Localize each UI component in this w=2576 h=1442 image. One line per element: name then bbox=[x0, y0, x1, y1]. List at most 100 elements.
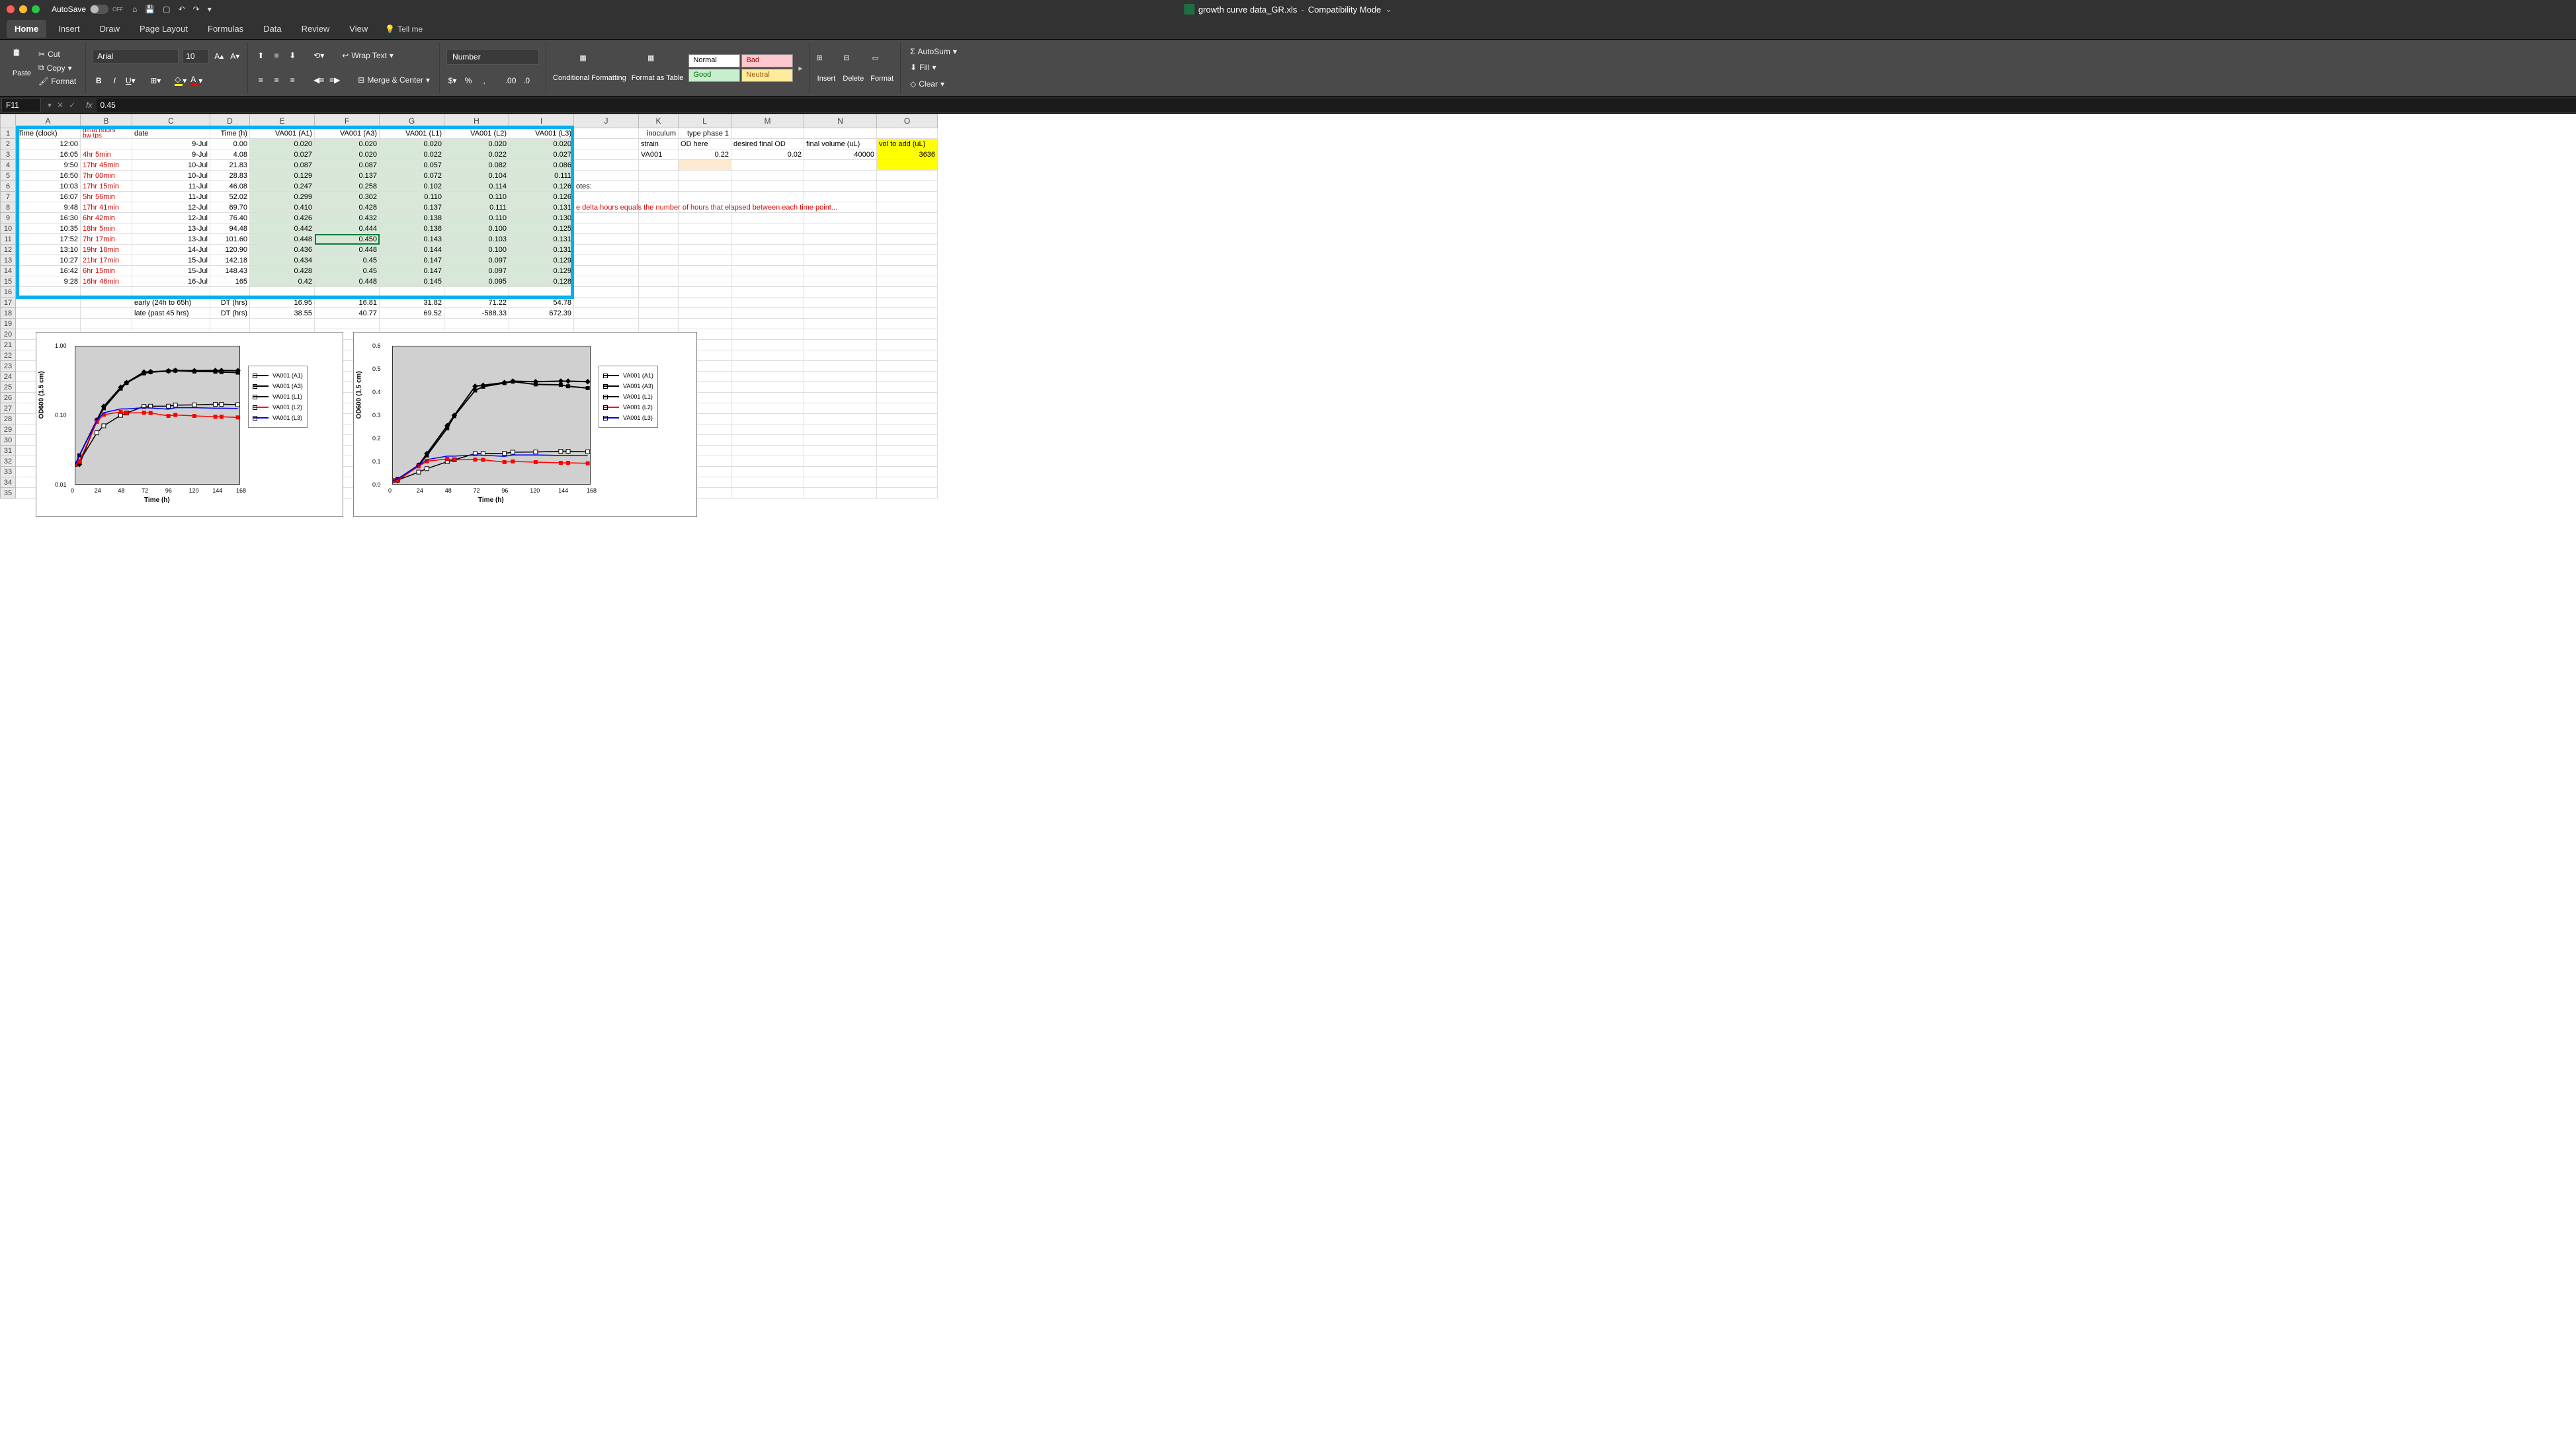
cell-G12[interactable]: 0.144 bbox=[380, 245, 444, 255]
cell-F12[interactable]: 0.448 bbox=[315, 245, 380, 255]
cell-E15[interactable]: 0.42 bbox=[250, 276, 315, 287]
borders-button[interactable]: ⊞▾ bbox=[149, 75, 161, 87]
align-bottom-icon[interactable]: ⬇ bbox=[286, 50, 298, 61]
col-header-B[interactable]: B bbox=[81, 114, 132, 128]
col-header-L[interactable]: L bbox=[679, 114, 731, 128]
cell-A15[interactable]: 9:28 bbox=[16, 276, 81, 287]
row-header-21[interactable]: 21 bbox=[0, 340, 16, 350]
format-painter-button[interactable]: 🖌Format bbox=[36, 75, 79, 87]
cell-G14[interactable]: 0.147 bbox=[380, 266, 444, 276]
cell-K2[interactable]: strain bbox=[639, 139, 679, 149]
indent-increase-icon[interactable]: ≡▶ bbox=[329, 74, 341, 86]
cell-B3[interactable]: 4hr 5min bbox=[81, 149, 132, 160]
cell-A3[interactable]: 16:05 bbox=[16, 149, 81, 160]
cell-H14[interactable]: 0.097 bbox=[444, 266, 509, 276]
cell-C4[interactable]: 10-Jul bbox=[132, 160, 210, 171]
cell-D5[interactable]: 28.83 bbox=[210, 171, 250, 181]
cell-E11[interactable]: 0.448 bbox=[250, 234, 315, 245]
cell-D4[interactable]: 21.83 bbox=[210, 160, 250, 171]
cell-A5[interactable]: 16:50 bbox=[16, 171, 81, 181]
cell-D17[interactable]: DT (hrs) bbox=[210, 298, 250, 308]
cell-E14[interactable]: 0.428 bbox=[250, 266, 315, 276]
cell-D13[interactable]: 142.18 bbox=[210, 255, 250, 266]
format-as-table-button[interactable]: ▦Format as Table bbox=[632, 54, 684, 82]
col-header-O[interactable]: O bbox=[877, 114, 938, 128]
cell-I6[interactable]: 0.126 bbox=[509, 181, 574, 192]
cell-F7[interactable]: 0.302 bbox=[315, 192, 380, 202]
cell-A1[interactable]: Time (clock) bbox=[16, 128, 81, 139]
cell-B4[interactable]: 17hr 45min bbox=[81, 160, 132, 171]
cell-H8[interactable]: 0.111 bbox=[444, 202, 509, 213]
clear-button[interactable]: ◇Clear▾ bbox=[907, 78, 960, 90]
style-normal[interactable]: Normal bbox=[688, 54, 740, 67]
row-header-31[interactable]: 31 bbox=[0, 446, 16, 456]
cell-H2[interactable]: 0.020 bbox=[444, 139, 509, 149]
cell-K1[interactable]: inoculum bbox=[639, 128, 679, 139]
cell-D6[interactable]: 46.08 bbox=[210, 181, 250, 192]
cell-A8[interactable]: 9:48 bbox=[16, 202, 81, 213]
row-header-35[interactable]: 35 bbox=[0, 488, 16, 499]
tab-data[interactable]: Data bbox=[255, 20, 289, 38]
tell-me-search[interactable]: 💡 Tell me bbox=[385, 24, 423, 34]
cell-B12[interactable]: 19hr 18min bbox=[81, 245, 132, 255]
cell-I8[interactable]: 0.131 bbox=[509, 202, 574, 213]
cell-B2[interactable] bbox=[81, 139, 132, 149]
cell-F6[interactable]: 0.258 bbox=[315, 181, 380, 192]
cell-G4[interactable]: 0.057 bbox=[380, 160, 444, 171]
cell-N2[interactable]: final volume (uL) bbox=[804, 139, 877, 149]
cell-B15[interactable]: 16hr 46min bbox=[81, 276, 132, 287]
cell-C2[interactable]: 9-Jul bbox=[132, 139, 210, 149]
cell-D7[interactable]: 52.02 bbox=[210, 192, 250, 202]
align-center-icon[interactable]: ≡ bbox=[270, 74, 282, 86]
cell-D3[interactable]: 4.08 bbox=[210, 149, 250, 160]
row-header-33[interactable]: 33 bbox=[0, 467, 16, 477]
chart[interactable]: OD600 (1.5 cm)Time (h)024487296120144168… bbox=[36, 332, 343, 517]
cell-I2[interactable]: 0.020 bbox=[509, 139, 574, 149]
col-header-H[interactable]: H bbox=[444, 114, 509, 128]
chart[interactable]: OD600 (1.5 cm)Time (h)024487296120144168… bbox=[353, 332, 697, 517]
cell-H13[interactable]: 0.097 bbox=[444, 255, 509, 266]
cell-H3[interactable]: 0.022 bbox=[444, 149, 509, 160]
cell-D10[interactable]: 94.48 bbox=[210, 223, 250, 234]
cell-I1[interactable]: VA001 (L3) bbox=[509, 128, 574, 139]
cell-C15[interactable]: 16-Jul bbox=[132, 276, 210, 287]
row-header-7[interactable]: 7 bbox=[0, 192, 16, 202]
increase-decimal-icon[interactable]: .00 bbox=[505, 75, 517, 87]
spreadsheet-grid[interactable]: 1234567891011121314151617181920212223242… bbox=[0, 114, 2576, 1442]
cell-G7[interactable]: 0.110 bbox=[380, 192, 444, 202]
row-header-3[interactable]: 3 bbox=[0, 149, 16, 160]
cell-B9[interactable]: 6hr 42min bbox=[81, 213, 132, 223]
name-box[interactable] bbox=[1, 98, 41, 112]
cell-C1[interactable]: date bbox=[132, 128, 210, 139]
maximize-window-button[interactable] bbox=[32, 5, 40, 13]
tab-insert[interactable]: Insert bbox=[50, 20, 88, 38]
align-right-icon[interactable]: ≡ bbox=[286, 74, 298, 86]
cell-G10[interactable]: 0.138 bbox=[380, 223, 444, 234]
tab-formulas[interactable]: Formulas bbox=[200, 20, 251, 38]
chevron-down-icon[interactable]: ⌄ bbox=[1385, 4, 1392, 15]
cancel-formula-icon[interactable]: ✕ bbox=[57, 100, 63, 110]
align-middle-icon[interactable]: ≡ bbox=[270, 50, 282, 61]
row-header-9[interactable]: 9 bbox=[0, 213, 16, 223]
cell-H5[interactable]: 0.104 bbox=[444, 171, 509, 181]
cell-A14[interactable]: 16:42 bbox=[16, 266, 81, 276]
comma-icon[interactable]: , bbox=[478, 75, 490, 87]
cell-I9[interactable]: 0.130 bbox=[509, 213, 574, 223]
cell-B13[interactable]: 21hr 17min bbox=[81, 255, 132, 266]
row-header-22[interactable]: 22 bbox=[0, 350, 16, 361]
row-header-12[interactable]: 12 bbox=[0, 245, 16, 255]
cell-E7[interactable]: 0.299 bbox=[250, 192, 315, 202]
cell-G9[interactable]: 0.138 bbox=[380, 213, 444, 223]
tab-view[interactable]: View bbox=[341, 20, 376, 38]
cell-I10[interactable]: 0.125 bbox=[509, 223, 574, 234]
cell-G13[interactable]: 0.147 bbox=[380, 255, 444, 266]
cell-F2[interactable]: 0.020 bbox=[315, 139, 380, 149]
cell-H6[interactable]: 0.114 bbox=[444, 181, 509, 192]
cell-H11[interactable]: 0.103 bbox=[444, 234, 509, 245]
fx-icon[interactable]: fx bbox=[82, 100, 96, 110]
cell-J6[interactable]: otes: bbox=[574, 181, 639, 192]
row-header-10[interactable]: 10 bbox=[0, 223, 16, 234]
cell-E18[interactable]: 38.55 bbox=[250, 308, 315, 319]
cell-G11[interactable]: 0.143 bbox=[380, 234, 444, 245]
formula-input[interactable] bbox=[97, 99, 2576, 112]
